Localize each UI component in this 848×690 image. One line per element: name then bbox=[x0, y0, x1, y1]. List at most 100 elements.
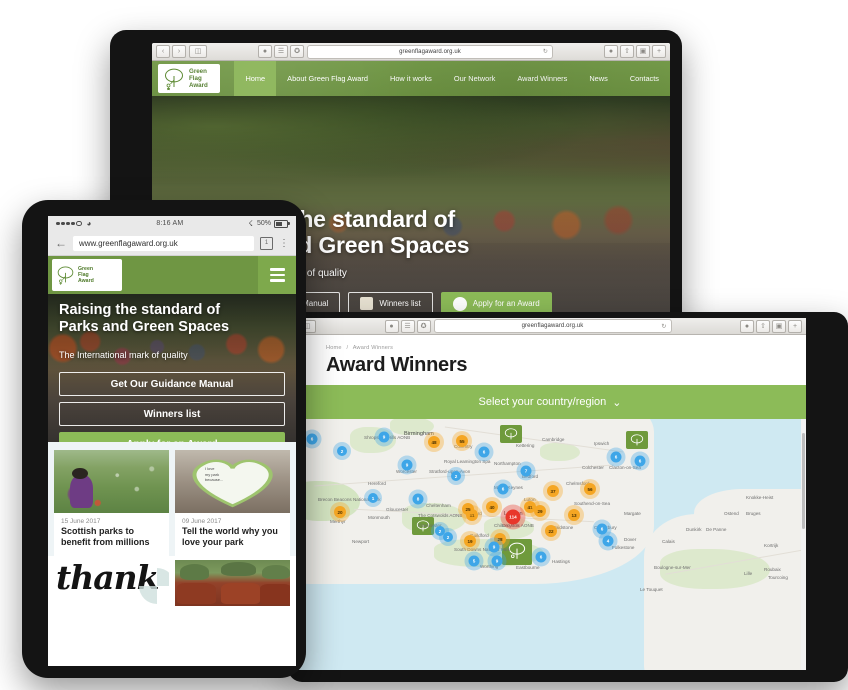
reader-icon[interactable]: ☰ bbox=[400, 319, 415, 333]
news-card[interactable]: 15 June 2017 Scottish parks to benefit f… bbox=[54, 450, 169, 556]
map-cluster-marker[interactable]: 2 bbox=[451, 471, 461, 481]
pin-icon[interactable]: ✪ bbox=[416, 319, 431, 333]
map-cluster-marker[interactable]: 5 bbox=[468, 555, 480, 567]
map-cluster-marker[interactable]: 6 bbox=[610, 451, 622, 463]
pin-icon[interactable]: ✪ bbox=[290, 45, 304, 58]
map-cluster-marker[interactable]: 6 bbox=[478, 446, 490, 458]
tab-count-button[interactable]: 1 bbox=[260, 236, 273, 250]
hamburger-menu-icon[interactable] bbox=[258, 256, 296, 294]
map-cluster-marker[interactable]: 6 bbox=[535, 551, 547, 563]
reader-icon[interactable]: ☰ bbox=[274, 45, 288, 58]
phone-apply-for-award-button[interactable]: Apply for an Award bbox=[59, 432, 285, 442]
forward-button[interactable]: › bbox=[172, 45, 186, 58]
tabs-icon[interactable]: ▣ bbox=[772, 319, 786, 333]
map-cluster-marker[interactable]: 19 bbox=[464, 535, 476, 547]
phone-site-logo[interactable]: Green Flag Award bbox=[52, 259, 122, 291]
map-cluster-marker[interactable]: 55 bbox=[456, 435, 468, 447]
phone-hero-title-line2: Parks and Green Spaces bbox=[59, 318, 230, 335]
phone-device-frame: ◕ 8:16 AM ☇ 50% ← www.greenflagaward.org… bbox=[22, 200, 306, 678]
tree-logo-icon bbox=[163, 67, 185, 91]
map-label: Monmouth bbox=[368, 515, 390, 520]
new-tab-button[interactable]: + bbox=[788, 319, 802, 333]
map-cluster-marker[interactable]: 25 bbox=[462, 503, 474, 515]
download-icon[interactable]: ● bbox=[604, 45, 618, 58]
address-bar[interactable]: greenflagaward.org.uk ↻ bbox=[307, 44, 553, 59]
news-card-date: 09 June 2017 bbox=[182, 518, 222, 525]
share-icon[interactable]: ⇧ bbox=[756, 319, 770, 333]
shield-icon[interactable]: ● bbox=[384, 319, 399, 333]
back-button[interactable]: ‹ bbox=[156, 45, 170, 58]
map-cluster-marker[interactable]: 40 bbox=[486, 501, 498, 513]
phone-browser-bar: ← www.greenflagaward.org.uk 1 ⋮ bbox=[48, 231, 296, 256]
map-cluster-marker[interactable]: 4 bbox=[602, 535, 614, 547]
phone-site-logo-text: Green Flag Award bbox=[78, 266, 94, 284]
map-cluster-marker[interactable]: 9 bbox=[491, 555, 503, 567]
phone-address-bar[interactable]: www.greenflagaward.org.uk bbox=[73, 235, 254, 251]
tabs-icon[interactable]: ▣ bbox=[636, 45, 650, 58]
winners-map[interactable]: BirminghamCoventryRoyal Leamington SpaKe… bbox=[294, 419, 806, 670]
award-seal-icon bbox=[452, 296, 467, 311]
phone-hero-banner: Raising the standard of Parks and Green … bbox=[48, 294, 296, 442]
screenshot-stage: ‹ › ◫ ● ☰ ✪ greenflagaward.org.uk ↻ ● ⇧ bbox=[0, 0, 848, 690]
map-cluster-marker[interactable]: 37 bbox=[547, 485, 559, 497]
address-bar-url: greenflagaward.org.uk bbox=[399, 48, 461, 55]
map-label: Cheltenham bbox=[426, 503, 451, 508]
phone-guidance-manual-button[interactable]: Get Our Guidance Manual bbox=[59, 372, 285, 396]
map-cluster-marker[interactable]: 2 bbox=[443, 532, 453, 542]
map-cluster-marker[interactable]: 8 bbox=[412, 493, 424, 505]
shield-icon[interactable]: ● bbox=[258, 45, 272, 58]
share-icon[interactable]: ⇧ bbox=[620, 45, 634, 58]
download-icon[interactable]: ● bbox=[740, 319, 754, 333]
map-cluster-marker[interactable]: 29 bbox=[534, 505, 546, 517]
address-bar[interactable]: greenflagaward.org.uk ↻ bbox=[433, 319, 672, 333]
map-cluster-marker[interactable]: 9 bbox=[378, 431, 390, 443]
map-cluster-marker[interactable]: 13 bbox=[568, 509, 580, 521]
apply-for-award-label: Apply for an Award bbox=[472, 299, 540, 308]
sidebar-icon[interactable]: ◫ bbox=[189, 45, 207, 58]
map-park-shropshire bbox=[350, 427, 396, 453]
phone-winners-list-button[interactable]: Winners list bbox=[59, 402, 285, 426]
map-cluster-marker[interactable]: 56 bbox=[584, 483, 596, 495]
map-cluster-marker[interactable]: 9 bbox=[401, 459, 413, 471]
map-cluster-marker[interactable]: 6 bbox=[497, 483, 509, 495]
map-cluster-marker[interactable]: 48 bbox=[428, 436, 440, 448]
news-card[interactable]: I love my park because... 09 June 2017 Tel… bbox=[175, 450, 290, 556]
map-label: Cambridge bbox=[542, 437, 565, 442]
map-cluster-marker[interactable]: 20 bbox=[334, 506, 346, 518]
reload-icon[interactable]: ↻ bbox=[543, 48, 548, 55]
map-cluster-marker[interactable]: 6 bbox=[596, 523, 608, 535]
map-logo-marker-north bbox=[500, 425, 522, 443]
reload-icon[interactable]: ↻ bbox=[661, 323, 666, 330]
battery-icon bbox=[274, 219, 290, 228]
tablet-browser-toolbar: ◫ ● ☰ ✪ greenflagaward.org.uk ↻ ● ⇧ ▣ + bbox=[294, 318, 806, 335]
new-tab-button[interactable]: + bbox=[652, 45, 666, 58]
news-card-title: Tell the world why you love your park bbox=[182, 526, 278, 548]
map-label: Le Touquet bbox=[640, 587, 663, 592]
arrow-left-icon[interactable]: ← bbox=[55, 236, 67, 250]
phone-hero-subtitle: The International mark of quality bbox=[59, 350, 188, 360]
map-label: Merthyr bbox=[330, 519, 346, 524]
map-cluster-marker[interactable]: 22 bbox=[545, 525, 557, 537]
kebab-menu-icon[interactable]: ⋮ bbox=[279, 238, 289, 249]
map-cluster-marker[interactable]: 114 bbox=[505, 509, 521, 525]
bluetooth-icon: ☇ bbox=[248, 219, 253, 228]
map-cluster-marker[interactable]: 7 bbox=[520, 465, 532, 477]
map-logo-marker-east bbox=[626, 431, 648, 449]
news-card-title: Scottish parks to benefit from millions bbox=[61, 526, 150, 548]
logo-line-3: Award bbox=[78, 278, 94, 285]
map-cluster-marker[interactable]: 1 bbox=[368, 493, 378, 503]
map-label: Roubaix bbox=[764, 567, 781, 572]
vertical-scrollbar[interactable] bbox=[801, 419, 806, 670]
map-cluster-marker[interactable]: 2 bbox=[337, 446, 347, 456]
map-cluster-marker[interactable]: 6 bbox=[306, 433, 318, 445]
winners-list-label: Winners list bbox=[379, 299, 421, 308]
breadcrumb-current: Award Winners bbox=[352, 345, 394, 351]
map-cluster-marker[interactable]: 6 bbox=[634, 455, 646, 467]
tree-logo-icon bbox=[56, 265, 75, 286]
region-select[interactable]: Select your country/region ⌄ bbox=[294, 385, 806, 419]
breadcrumb-home[interactable]: Home bbox=[326, 345, 342, 351]
map-label: Royal Leamington Spa bbox=[444, 459, 491, 464]
map-cluster-marker[interactable]: 9 bbox=[488, 541, 500, 553]
map-label: Stratford-upon-Avon bbox=[429, 469, 471, 474]
phone-hero-buttons: Get Our Guidance Manual Winners list App… bbox=[59, 372, 285, 442]
